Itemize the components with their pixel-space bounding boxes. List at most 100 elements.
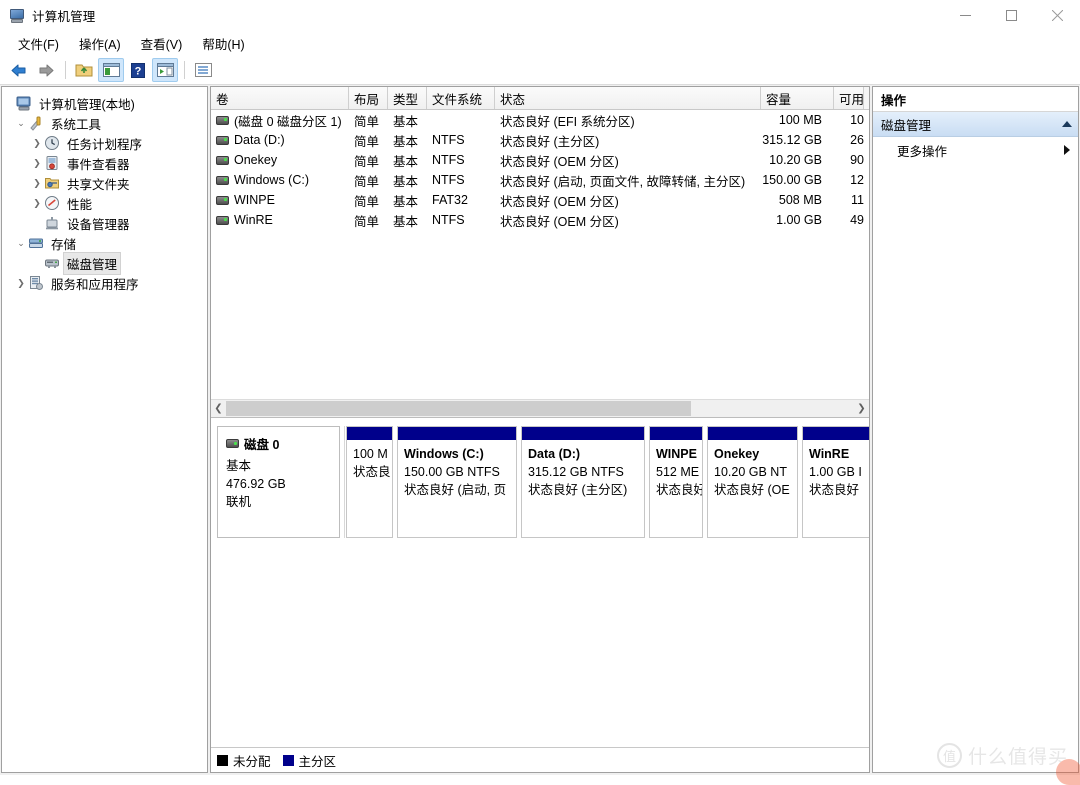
tree-label: 性能 — [67, 197, 93, 212]
scroll-left-icon[interactable]: ❮ — [211, 401, 226, 416]
cell-layout: 简单 — [354, 154, 380, 169]
cell-filesystem: NTFS — [432, 173, 465, 187]
disk-management-pane: 卷 布局 类型 文件系统 状态 容量 可用空间 (磁盘 0 磁盘分区 1) 简单 — [210, 86, 870, 773]
partition-status: 状态良 — [353, 465, 391, 479]
tree-item-storage[interactable]: ⌄ 存储 — [2, 233, 207, 253]
table-row[interactable]: (磁盘 0 磁盘分区 1) 简单 基本 状态良好 (EFI 系统分区) 100 … — [211, 110, 869, 130]
column-header-volume[interactable]: 卷 — [211, 87, 349, 109]
cell-status: 状态良好 (OEM 分区) — [500, 194, 619, 209]
close-button[interactable] — [1034, 0, 1080, 31]
storage-icon — [28, 235, 44, 251]
menu-file[interactable]: 文件(F) — [8, 31, 69, 56]
computer-management-window: 计算机管理 文件(F) 操作(A) 查看(V) 帮助(H) ? 计算机管理(本地… — [0, 0, 1080, 785]
menu-help[interactable]: 帮助(H) — [192, 31, 254, 56]
cell-volume: Data (D:) — [234, 133, 285, 147]
actions-group-disk-management[interactable]: 磁盘管理 — [873, 112, 1078, 137]
device-manager-icon — [44, 215, 60, 231]
tree-label: 磁盘管理 — [62, 251, 122, 275]
partition-efi[interactable]: 100 M 状态良 — [346, 426, 393, 538]
menu-view[interactable]: 查看(V) — [131, 31, 193, 56]
legend-swatch-primary — [282, 754, 294, 766]
minimize-button[interactable] — [942, 0, 988, 31]
cell-free-space: 49 — [850, 213, 864, 227]
disk-info-panel[interactable]: 磁盘 0 基本 476.92 GB 联机 — [217, 426, 340, 538]
partition-data-d[interactable]: Data (D:) 315.12 GB NTFS 状态良好 (主分区) — [521, 426, 645, 538]
column-header-type[interactable]: 类型 — [388, 87, 427, 109]
disk-type: 基本 — [226, 459, 252, 473]
tree-label: 事件查看器 — [67, 157, 130, 172]
console-tree-pane: 计算机管理(本地) ⌄ 系统工具 ❯ 任务计划程序 ❯ 事件查看器 ❯ 共享文件… — [1, 86, 208, 773]
chevron-right-icon[interactable]: ❯ — [30, 158, 44, 169]
cell-status: 状态良好 (OEM 分区) — [500, 214, 619, 229]
action-item-more-actions[interactable]: 更多操作 — [873, 137, 1078, 163]
computer-management-icon — [9, 8, 25, 24]
partition-color-bar — [803, 427, 869, 440]
partition-onekey[interactable]: Onekey 10.20 GB NT 状态良好 (OE — [707, 426, 798, 538]
scroll-right-icon[interactable]: ❯ — [854, 401, 869, 416]
tree-item-event-viewer[interactable]: ❯ 事件查看器 — [2, 153, 207, 173]
table-row[interactable]: Onekey 简单 基本 NTFS 状态良好 (OEM 分区) 10.20 GB… — [211, 150, 869, 170]
chevron-right-icon[interactable]: ❯ — [30, 198, 44, 209]
partition-size: 100 M — [353, 447, 388, 461]
forward-icon[interactable] — [33, 58, 59, 82]
tree-item-performance[interactable]: ❯ 性能 — [2, 193, 207, 213]
volume-list-hscrollbar[interactable]: ❮ ❯ — [211, 399, 869, 417]
partition-winre[interactable]: WinRE 1.00 GB I 状态良好 — [802, 426, 869, 538]
up-folder-icon[interactable] — [71, 58, 97, 82]
main-body: 计算机管理(本地) ⌄ 系统工具 ❯ 任务计划程序 ❯ 事件查看器 ❯ 共享文件… — [0, 85, 1080, 775]
tree-item-device-manager[interactable]: 设备管理器 — [2, 213, 207, 233]
cell-capacity: 100 MB — [778, 113, 822, 127]
column-header-layout[interactable]: 布局 — [349, 87, 388, 109]
tree-label: 计算机管理(本地) — [39, 97, 135, 112]
actions-pane: 操作 磁盘管理 更多操作 — [872, 86, 1079, 773]
legend-label: 未分配 — [233, 754, 271, 769]
table-row[interactable]: Data (D:) 简单 基本 NTFS 状态良好 (主分区) 315.12 G… — [211, 130, 869, 150]
tree-item-computer-management[interactable]: 计算机管理(本地) — [2, 93, 207, 113]
back-icon[interactable] — [6, 58, 32, 82]
chevron-right-icon[interactable]: ❯ — [30, 138, 44, 149]
actions-title: 操作 — [873, 87, 1078, 112]
chevron-down-icon[interactable]: ⌄ — [14, 118, 28, 129]
column-header-free-space[interactable]: 可用空间 — [834, 87, 864, 109]
column-header-capacity[interactable]: 容量 — [761, 87, 834, 109]
scroll-track[interactable] — [226, 401, 854, 416]
partition-winpe[interactable]: WINPE 512 ME 状态良好 — [649, 426, 703, 538]
table-row[interactable]: Windows (C:) 简单 基本 NTFS 状态良好 (启动, 页面文件, … — [211, 170, 869, 190]
clock-icon — [44, 135, 60, 151]
sidebar-item-disk-management[interactable]: 磁盘管理 — [2, 251, 207, 275]
legend-primary-partition: 主分区 — [282, 751, 337, 770]
chevron-down-icon[interactable]: ⌄ — [14, 238, 28, 249]
cell-capacity: 1.00 GB — [776, 213, 822, 227]
properties-icon[interactable] — [190, 58, 216, 82]
tree-item-system-tools[interactable]: ⌄ 系统工具 — [2, 113, 207, 133]
chevron-right-icon[interactable]: ❯ — [14, 278, 28, 289]
tree-item-shared-folders[interactable]: ❯ 共享文件夹 — [2, 173, 207, 193]
disk-state: 联机 — [226, 495, 252, 509]
legend: 未分配 主分区 — [211, 747, 869, 772]
scroll-thumb[interactable] — [226, 401, 691, 416]
actions-group-label: 磁盘管理 — [881, 118, 932, 133]
submenu-caret-right-icon[interactable] — [1064, 145, 1070, 155]
tree-item-services-applications[interactable]: ❯ 服务和应用程序 — [2, 273, 207, 293]
show-console-tree-icon[interactable] — [98, 58, 124, 82]
cell-free-space: 26 — [850, 133, 864, 147]
services-icon — [28, 275, 44, 291]
collapse-caret-up-icon[interactable] — [1062, 121, 1072, 127]
toolbar: ? — [0, 56, 1080, 85]
table-row[interactable]: WinRE 简单 基本 NTFS 状态良好 (OEM 分区) 1.00 GB 4… — [211, 210, 869, 230]
column-header-status[interactable]: 状态 — [495, 87, 761, 109]
tree-item-task-scheduler[interactable]: ❯ 任务计划程序 — [2, 133, 207, 153]
volume-list-rows: (磁盘 0 磁盘分区 1) 简单 基本 状态良好 (EFI 系统分区) 100 … — [211, 110, 869, 399]
maximize-button[interactable] — [988, 0, 1034, 31]
table-row[interactable]: WINPE 简单 基本 FAT32 状态良好 (OEM 分区) 508 MB 1… — [211, 190, 869, 210]
show-action-pane-icon[interactable] — [152, 58, 178, 82]
partition-windows-c[interactable]: Windows (C:) 150.00 GB NTFS 状态良好 (启动, 页 — [397, 426, 517, 538]
cell-type: 基本 — [393, 194, 419, 209]
legend-label: 主分区 — [298, 754, 337, 769]
chevron-right-icon[interactable]: ❯ — [30, 178, 44, 189]
help-icon[interactable]: ? — [125, 58, 151, 82]
menu-action[interactable]: 操作(A) — [69, 31, 131, 56]
cell-layout: 简单 — [354, 194, 380, 209]
window-controls — [942, 0, 1080, 31]
column-header-filesystem[interactable]: 文件系统 — [427, 87, 495, 109]
